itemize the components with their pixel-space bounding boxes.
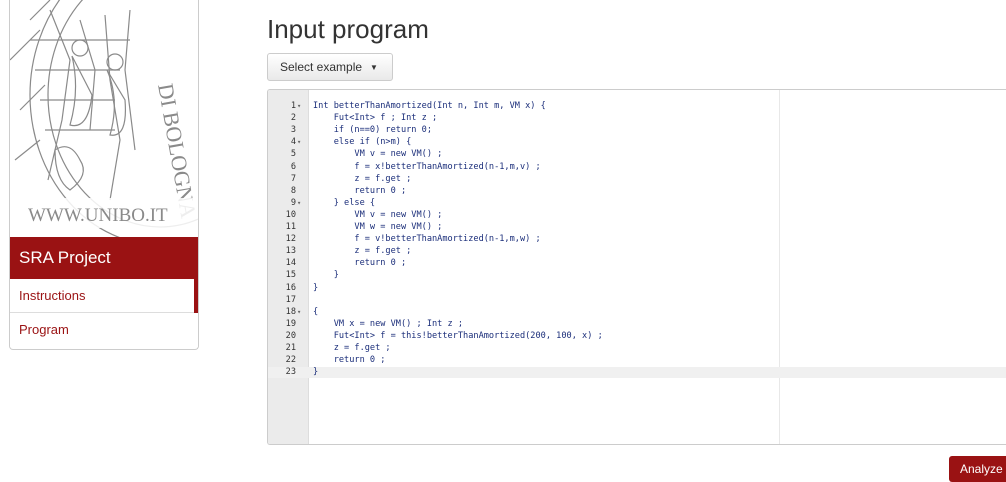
line-number: 22	[285, 355, 296, 366]
seal-url-text: WWW.UNIBO.IT	[28, 205, 168, 226]
line-number: 6	[290, 161, 296, 172]
caret-down-icon: ▼	[370, 62, 378, 72]
code-line[interactable]: 21 z = f.get ;	[268, 343, 1006, 354]
code-text: VM x = new VM() ; Int z ;	[313, 318, 464, 329]
fold-toggle-icon[interactable]: ▾	[297, 137, 305, 148]
sidebar-nav: Instructions Program	[10, 279, 198, 347]
line-number: 8	[290, 185, 296, 196]
nav-item-label: Instructions	[19, 288, 86, 303]
code-line[interactable]: 23}	[268, 367, 1006, 378]
nav-item-instructions[interactable]: Instructions	[10, 279, 198, 313]
code-text: VM v = new VM() ;	[313, 209, 443, 220]
code-line[interactable]: 10 VM v = new VM() ;	[268, 210, 1006, 221]
line-number: 1	[290, 101, 296, 111]
code-text: } else {	[313, 197, 376, 208]
code-text: }	[313, 367, 319, 378]
code-text: return 0 ;	[313, 258, 407, 269]
code-text: }	[313, 270, 339, 281]
line-number: 20	[285, 330, 296, 341]
code-text: f = x!betterThanAmortized(n-1,m,v) ;	[313, 161, 541, 172]
line-number: 4	[290, 137, 296, 148]
code-text: f = v!betterThanAmortized(n-1,m,w) ;	[313, 234, 541, 245]
code-text: return 0 ;	[313, 185, 407, 196]
fold-toggle-icon[interactable]: ▾	[297, 198, 305, 209]
line-number: 14	[285, 258, 296, 269]
nav-item-label: Program	[19, 322, 69, 337]
line-number: 11	[285, 222, 296, 232]
code-line[interactable]: 14 return 0 ;	[268, 258, 1006, 269]
line-number: 3	[290, 125, 296, 136]
code-line[interactable]: 8 return 0 ;	[268, 186, 1006, 197]
code-line[interactable]: 2 Fut<Int> f ; Int z ;	[268, 113, 1006, 124]
code-text: z = f.get ;	[313, 173, 412, 184]
code-text: return 0 ;	[313, 355, 386, 366]
line-number: 5	[290, 149, 296, 160]
line-number: 18	[285, 306, 296, 317]
line-number: 10	[285, 209, 296, 220]
code-line[interactable]: 4 ▾ else if (n>m) {	[268, 137, 1006, 148]
brand-title: SRA Project	[10, 237, 198, 279]
code-text: else if (n>m) {	[313, 137, 412, 148]
line-number: 16	[285, 282, 296, 293]
nav-item-program[interactable]: Program	[10, 313, 198, 347]
line-number: 7	[290, 173, 296, 184]
line-number: 21	[285, 343, 296, 353]
code-text: }	[313, 282, 319, 293]
line-number: 2	[290, 113, 296, 124]
select-example-dropdown[interactable]: Select example ▼	[267, 53, 393, 81]
code-line[interactable]: 6 f = x!betterThanAmortized(n-1,m,v) ;	[268, 162, 1006, 173]
code-text: Int betterThanAmortized(Int n, Int m, VM…	[313, 101, 546, 111]
code-text: z = f.get ;	[313, 246, 412, 257]
code-line[interactable]: 16}	[268, 283, 1006, 294]
code-line[interactable]: 12 f = v!betterThanAmortized(n-1,m,w) ;	[268, 234, 1006, 245]
code-text: {	[313, 306, 319, 317]
code-line[interactable]: 11 VM w = new VM() ;	[268, 222, 1006, 233]
code-line[interactable]: 3 if (n==0) return 0;	[268, 125, 1006, 136]
seal-image: DI BOLOGNA WWW.UNIBO.IT	[10, 0, 198, 237]
code-text: Fut<Int> f ; Int z ;	[313, 113, 438, 124]
code-line[interactable]: 17	[268, 295, 1006, 306]
code-text: VM v = new VM() ;	[313, 149, 443, 160]
code-text: z = f.get ;	[313, 343, 391, 353]
line-number: 12	[285, 234, 296, 245]
code-line[interactable]: 5 VM v = new VM() ;	[268, 149, 1006, 160]
code-line[interactable]: 15 }	[268, 270, 1006, 281]
code-line[interactable]: 18 ▾ {	[268, 307, 1006, 318]
code-editor[interactable]: 1 ▾ Int betterThanAmortized(Int n, Int m, …	[267, 89, 1006, 445]
code-line[interactable]: 19 VM x = new VM() ; Int z ;	[268, 319, 1006, 330]
line-number: 17	[285, 294, 296, 305]
code-line[interactable]: 13 z = f.get ;	[268, 246, 1006, 257]
line-number: 19	[285, 318, 296, 329]
line-number: 9	[290, 197, 296, 208]
code-line[interactable]: 20 Fut<Int> f = this!betterThanAmortized…	[268, 331, 1006, 342]
code-line[interactable]: 1 ▾ Int betterThanAmortized(Int n, Int m, …	[268, 101, 1006, 112]
code-line[interactable]: 7 z = f.get ;	[268, 174, 1006, 185]
code-text: Fut<Int> f = this!betterThanAmortized(20…	[313, 330, 603, 341]
sidebar: DI BOLOGNA WWW.UNIBO.IT SRA Project Inst…	[9, 0, 199, 350]
line-number: 15	[285, 270, 296, 281]
university-seal-logo: DI BOLOGNA WWW.UNIBO.IT	[10, 0, 198, 237]
line-number: 23	[285, 367, 296, 378]
fold-toggle-icon[interactable]: ▾	[297, 307, 305, 318]
code-text: if (n==0) return 0;	[313, 125, 432, 136]
analyze-button[interactable]: Analyze	[949, 456, 1006, 482]
line-number: 13	[285, 246, 296, 257]
fold-toggle-icon[interactable]: ▾	[297, 101, 305, 112]
code-line[interactable]: 9 ▾ } else {	[268, 198, 1006, 209]
select-example-label: Select example	[280, 60, 363, 74]
code-line[interactable]: 22 return 0 ;	[268, 355, 1006, 366]
page-title: Input program	[267, 14, 429, 44]
code-text: VM w = new VM() ;	[313, 222, 443, 232]
